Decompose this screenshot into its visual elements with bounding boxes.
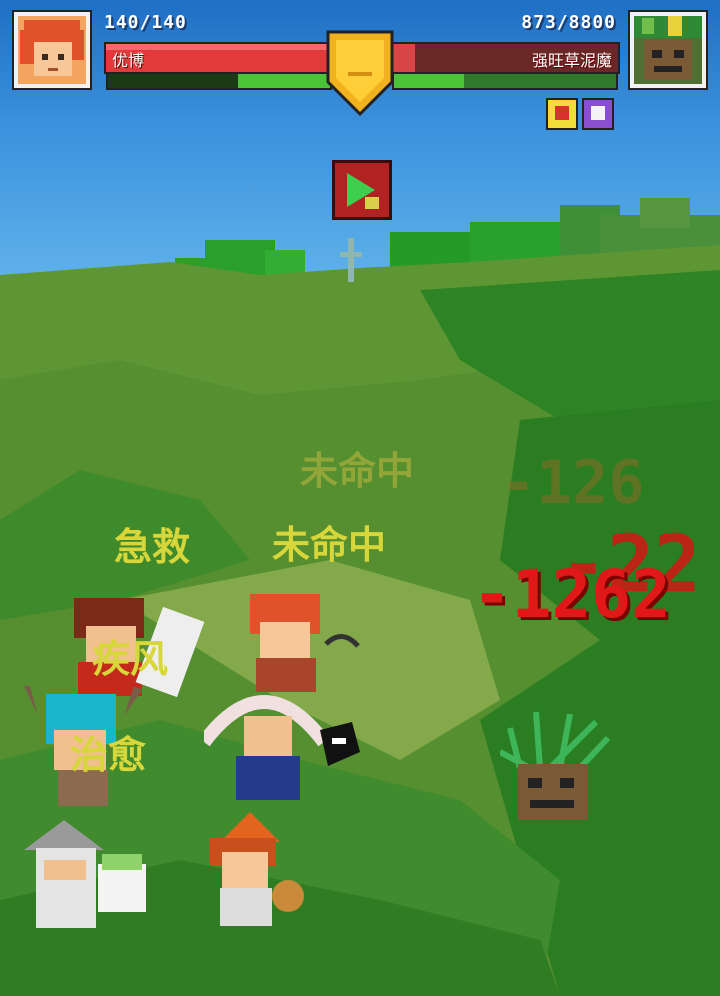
enemy-stamina-bar (392, 72, 618, 90)
purple-skull-debuff-icon[interactable] (582, 98, 614, 130)
first-aid-text: 急救 (114, 525, 191, 569)
player-name: 优博 (112, 51, 145, 70)
heal-text: 治愈 (70, 733, 147, 777)
faded-damage-number: -126 (500, 448, 645, 518)
enemy-portrait[interactable] (630, 12, 706, 88)
white-wizard-unit[interactable] (14, 820, 154, 930)
feathered-chief-unit[interactable] (204, 682, 374, 812)
fast-forward-button[interactable] (332, 160, 392, 220)
enemy-name: 强旺草泥魔 (531, 51, 612, 70)
player-hp-text: 140/140 (104, 12, 187, 33)
miss-text-1: 未命中 (300, 449, 415, 493)
distant-sword-icon (348, 238, 354, 282)
player-stamina-bar (106, 72, 332, 90)
player-portrait[interactable] (14, 12, 90, 88)
player-hp-bar: 优博 (104, 42, 334, 74)
orange-crest-monk-unit[interactable] (200, 812, 320, 932)
battle-scene: 140/140 873/8800 优博 强旺草泥魔 未命中 未命中 急救 -12… (0, 0, 720, 996)
enemy-hp-bar: 强旺草泥魔 (390, 42, 620, 74)
red-shield-debuff-icon[interactable] (546, 98, 578, 130)
fast-forward-icon (347, 173, 379, 209)
gold-shield-icon (326, 30, 394, 116)
gale-text: 疾风 (92, 637, 169, 681)
red-haired-hero-icon (18, 16, 86, 84)
top-hud: 140/140 873/8800 优博 强旺草泥魔 (0, 0, 720, 130)
main-damage-number: -1262 (472, 556, 671, 633)
miss-text-2: 未命中 (272, 523, 387, 567)
enemy-hp-text: 873/8800 (521, 12, 616, 33)
grass-golem-icon (634, 16, 702, 84)
grass-golem-enemy[interactable] (500, 708, 620, 828)
